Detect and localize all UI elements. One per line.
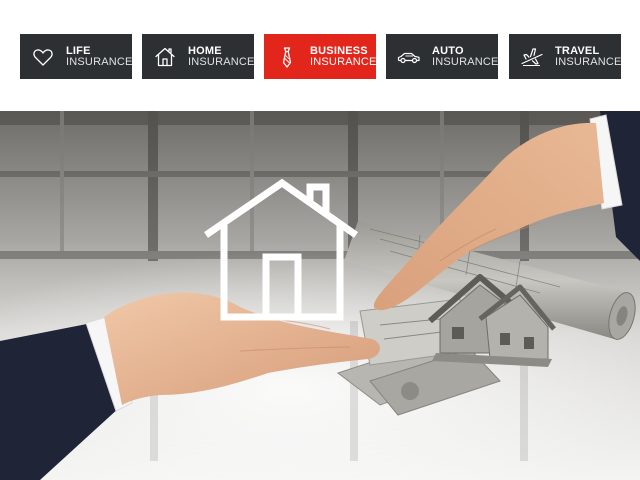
tab-label: TRAVEL INSURANCE (555, 46, 622, 68)
tab-life-insurance[interactable]: LIFE INSURANCE (20, 34, 132, 79)
hero-illustration (0, 111, 640, 480)
tab-label-secondary: INSURANCE (432, 56, 499, 68)
tab-business-insurance[interactable]: BUSINESS INSURANCE (264, 34, 376, 79)
necktie-icon (282, 47, 292, 68)
tab-label: AUTO INSURANCE (432, 46, 499, 68)
heart-icon (33, 49, 53, 66)
house-icon (155, 47, 175, 67)
tab-label-secondary: INSURANCE (188, 56, 255, 68)
tab-label: LIFE INSURANCE (66, 46, 133, 68)
tab-label: HOME INSURANCE (188, 46, 255, 68)
tab-label: BUSINESS INSURANCE (310, 46, 377, 68)
hero-image (0, 111, 640, 480)
airplane-icon (521, 48, 543, 66)
tab-label-secondary: INSURANCE (310, 56, 377, 68)
page: LIFE INSURANCE HOME INSURANCE BUSINESS I… (0, 0, 640, 480)
tab-auto-insurance[interactable]: AUTO INSURANCE (386, 34, 498, 79)
car-icon (397, 52, 420, 64)
tab-label-secondary: INSURANCE (555, 56, 622, 68)
tab-travel-insurance[interactable]: TRAVEL INSURANCE (509, 34, 621, 79)
tab-home-insurance[interactable]: HOME INSURANCE (142, 34, 254, 79)
insurance-tab-bar: LIFE INSURANCE HOME INSURANCE BUSINESS I… (20, 34, 621, 79)
tab-label-secondary: INSURANCE (66, 56, 133, 68)
